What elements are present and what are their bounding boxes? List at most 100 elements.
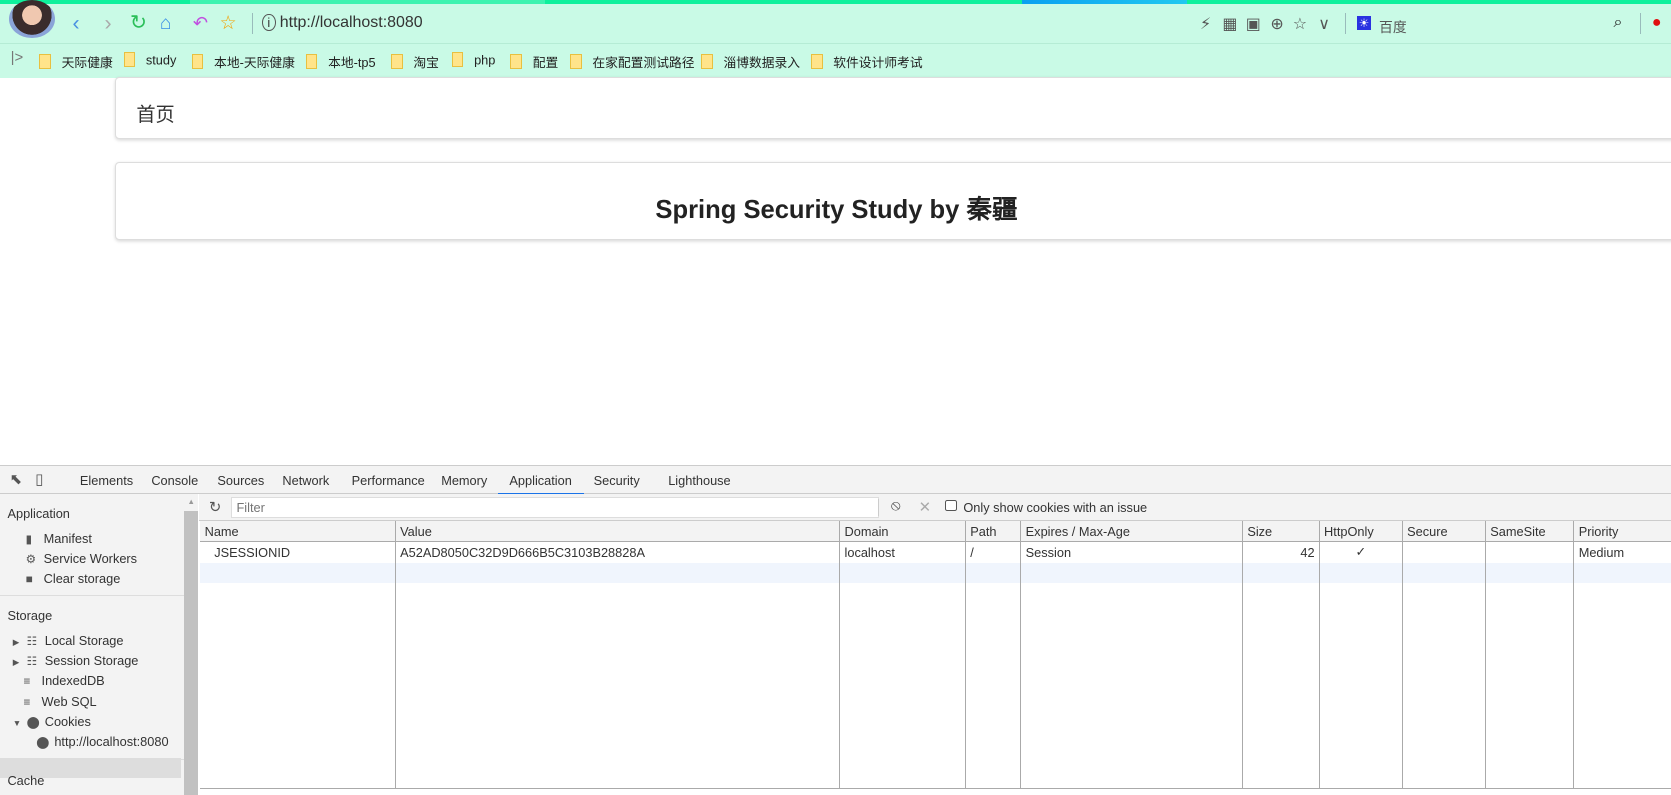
only-issues-checkbox[interactable]	[945, 499, 957, 512]
col-name[interactable]: Name	[200, 521, 396, 543]
extension-icon[interactable]: ●	[1652, 14, 1662, 32]
tab-performance[interactable]: Performance	[352, 473, 425, 488]
delete-selected-icon[interactable]: ✕	[919, 498, 932, 516]
qr-icon[interactable]: ▦	[1222, 14, 1237, 34]
cookie-table: Name Value Domain Path Expires / Max-Age…	[200, 521, 1671, 790]
tab-network[interactable]: Network	[282, 473, 329, 488]
folder-icon	[570, 54, 582, 70]
device-toggle-icon[interactable]: ▯	[35, 470, 43, 488]
sidebar-item-session-storage[interactable]: ▶ ☷ Session Storage	[13, 653, 139, 668]
grid-icon: ☷	[26, 634, 38, 648]
star-icon[interactable]: ☆	[220, 13, 237, 34]
bookmark[interactable]: study	[123, 52, 176, 68]
search-icon[interactable]: ⌕	[1613, 14, 1622, 32]
col-samesite[interactable]: SameSite	[1485, 521, 1575, 543]
empty-row	[200, 562, 1671, 583]
only-issues-label: Only show cookies with an issue	[963, 499, 1148, 515]
sidebar-item-cookies[interactable]: ▼ ⬤ Cookies	[13, 714, 91, 729]
cell-name: JSESSIONID	[200, 541, 396, 563]
col-size[interactable]: Size	[1242, 521, 1320, 543]
lightning-icon[interactable]: ⚡	[1200, 14, 1211, 34]
database-icon: ≡	[23, 675, 31, 689]
grid-icon: ☷	[26, 655, 38, 669]
inspect-icon[interactable]: ⬉	[10, 470, 23, 488]
trash-icon: ■	[25, 573, 33, 587]
application-sidebar: Application ▮ Manifest ⚙ Service Workers ■…	[0, 494, 185, 795]
col-priority[interactable]: Priority	[1573, 521, 1671, 543]
section-cache: Cache	[7, 772, 45, 788]
tab-security[interactable]: Security	[594, 473, 640, 488]
table-row[interactable]: JSESSIONID A52AD8050C32D9D666B5C3103B288…	[200, 541, 1671, 563]
breadcrumb[interactable]: 首页	[136, 99, 174, 127]
sidebar-item-cookie-origin[interactable]: ⬤ http://localhost:8080	[36, 734, 168, 749]
col-httponly[interactable]: HttpOnly	[1319, 521, 1403, 543]
search-engine-label[interactable]: 百度	[1379, 16, 1407, 36]
section-storage: Storage	[7, 608, 53, 624]
devtools-tabbar: ⬉ ▯ Elements Console Sources Network Per…	[0, 465, 1671, 496]
devtools-panel: ⬉ ▯ Elements Console Sources Network Per…	[0, 464, 1671, 795]
cell-expires: Session	[1020, 541, 1244, 563]
tab-sources[interactable]: Sources	[217, 473, 264, 488]
breadcrumb-card: 首页	[115, 76, 1671, 140]
sidebar-item-local-storage[interactable]: ▶ ☷ Local Storage	[13, 633, 124, 648]
address-bar[interactable]: i http://localhost:8080	[262, 13, 423, 32]
baidu-icon[interactable]: ☀	[1356, 15, 1372, 30]
tab-memory[interactable]: Memory	[441, 473, 487, 488]
browser-toolbar: ‹ › ↻ ⌂ ↶ ☆ i http://localhost:8080 ⚡ ▦ ▣…	[0, 0, 1671, 43]
sidebar-item-service-workers[interactable]: ⚙ Service Workers	[26, 551, 138, 566]
filter-input[interactable]	[231, 496, 880, 518]
refresh-icon[interactable]: ↻	[209, 498, 222, 516]
cookie-icon: ⬤	[36, 736, 50, 750]
col-domain[interactable]: Domain	[839, 521, 967, 543]
info-icon: i	[262, 13, 276, 31]
col-expires[interactable]: Expires / Max-Age	[1020, 521, 1244, 543]
bookmark[interactable]: php	[451, 52, 495, 68]
gear-icon: ⚙	[25, 552, 37, 566]
translate-icon[interactable]: ▣	[1246, 14, 1261, 34]
bookmark[interactable]: 本地-tp5	[305, 52, 376, 71]
chevron-down-icon[interactable]: ∨	[1318, 14, 1330, 34]
tab-elements[interactable]: Elements	[80, 473, 133, 488]
url-text: http://localhost:8080	[279, 13, 423, 31]
back-icon[interactable]: ‹	[72, 12, 79, 34]
tab-application[interactable]: Application	[497, 473, 584, 496]
bookmark[interactable]: 配置	[510, 52, 558, 71]
col-path[interactable]: Path	[965, 521, 1022, 543]
bookmark-star-icon[interactable]: ☆	[1293, 14, 1307, 34]
cell-size: 42	[1242, 541, 1320, 563]
file-icon: ▮	[25, 532, 33, 546]
section-application: Application	[7, 506, 70, 522]
page-title: Spring Security Study by 秦疆	[655, 195, 1018, 224]
expand-arrow-icon: ▶	[12, 657, 20, 668]
sidebar-toggle-icon[interactable]: |>	[11, 50, 24, 66]
sidebar-item-indexeddb[interactable]: ≡ IndexedDB	[23, 673, 104, 688]
home-icon[interactable]: ⌂	[160, 13, 172, 34]
bookmark[interactable]: 淘宝	[391, 52, 439, 71]
folder-icon	[451, 52, 464, 67]
folder-icon	[191, 54, 204, 70]
cell-domain: localhost	[839, 541, 967, 563]
col-secure[interactable]: Secure	[1402, 521, 1487, 543]
bookmark[interactable]: 软件设计师考试	[810, 52, 923, 71]
sidebar-item-manifest[interactable]: ▮ Manifest	[26, 531, 92, 546]
sidebar-item-clear-storage[interactable]: ■ Clear storage	[26, 571, 121, 586]
cookie-toolbar: ↻ ⦸ ✕ Only show cookies with an issue	[199, 494, 1671, 521]
folder-icon	[391, 54, 403, 70]
expand-arrow-icon: ▶	[12, 636, 20, 647]
bookmark[interactable]: 天际健康	[39, 52, 113, 71]
avatar[interactable]	[8, 0, 56, 39]
undo-icon[interactable]: ↶	[193, 13, 208, 34]
bookmark[interactable]: 在家配置测试路径	[570, 52, 695, 71]
bookmark[interactable]: 淄博数据录入	[701, 52, 800, 71]
forward-icon[interactable]: ›	[104, 12, 111, 34]
cell-priority: Medium	[1578, 544, 1625, 560]
reload-icon[interactable]: ↻	[130, 12, 147, 34]
tab-console[interactable]: Console	[151, 473, 198, 488]
sidebar-scrollbar[interactable]: ▲	[184, 494, 199, 795]
clear-all-icon[interactable]: ⦸	[891, 498, 901, 514]
zoom-icon[interactable]: ⊕	[1270, 14, 1283, 34]
bookmark[interactable]: 本地-天际健康	[191, 52, 295, 71]
tab-lighthouse[interactable]: Lighthouse	[668, 473, 730, 488]
col-value[interactable]: Value	[395, 521, 841, 543]
sidebar-item-web-sql[interactable]: ≡ Web SQL	[23, 694, 96, 709]
